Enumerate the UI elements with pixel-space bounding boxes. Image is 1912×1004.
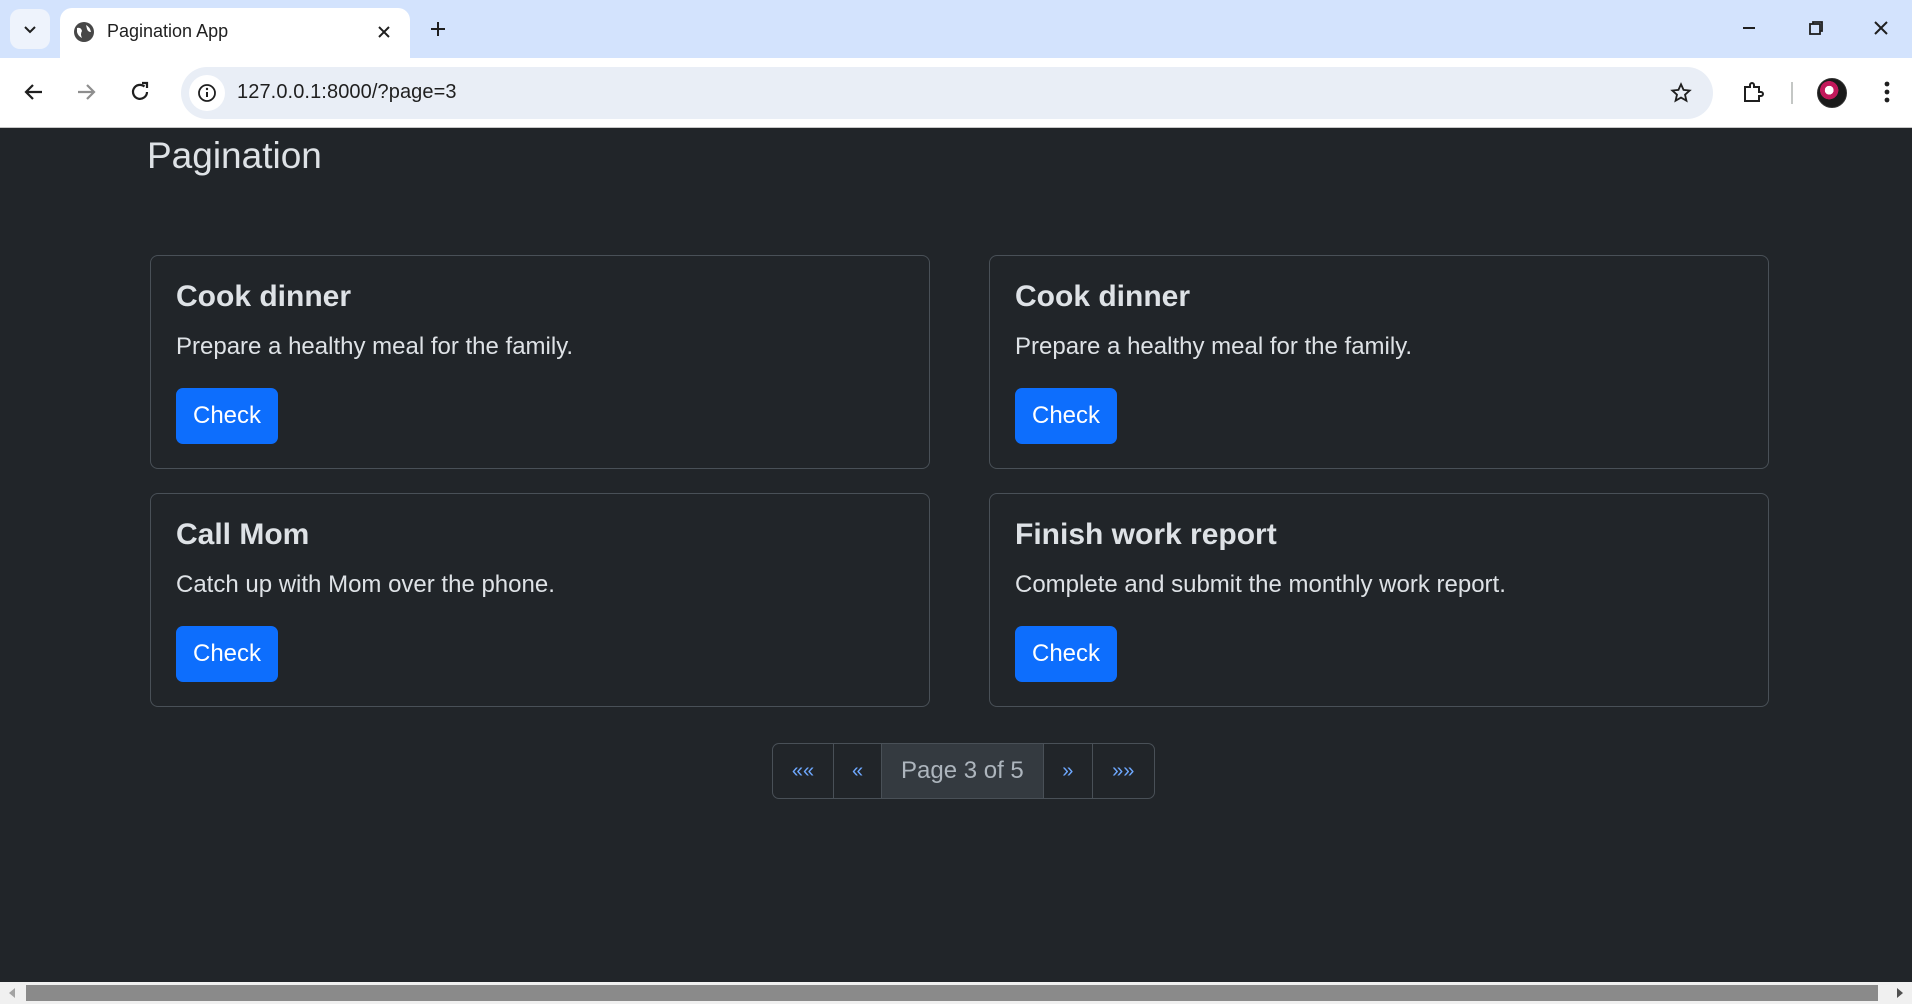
card-text: Prepare a healthy meal for the family. bbox=[1015, 333, 1413, 360]
previous-page-link[interactable]: « bbox=[834, 744, 882, 798]
new-tab-button[interactable] bbox=[418, 9, 458, 49]
toolbar-divider bbox=[1791, 82, 1793, 104]
next-page-link[interactable]: » bbox=[1044, 744, 1093, 798]
scroll-left-button[interactable] bbox=[0, 982, 24, 1004]
card-title: Cook dinner bbox=[176, 280, 352, 313]
tab-title: Pagination App bbox=[107, 21, 229, 41]
info-icon bbox=[198, 84, 216, 102]
page-title: Pagination bbox=[147, 135, 322, 176]
page-content: Pagination Cook dinner Prepare a healthy… bbox=[0, 129, 1912, 982]
minimize-button[interactable] bbox=[1718, 0, 1780, 56]
scrollbar-thumb[interactable] bbox=[26, 985, 1878, 1001]
more-vert-icon bbox=[1884, 81, 1890, 103]
current-page-indicator: Page 3 of 5 bbox=[882, 744, 1044, 798]
check-button[interactable]: Check bbox=[1015, 388, 1117, 444]
scroll-right-button[interactable] bbox=[1888, 982, 1912, 1004]
arrow-left-icon bbox=[24, 84, 42, 100]
reload-button[interactable] bbox=[118, 70, 162, 114]
task-card: Finish work report Complete and submit t… bbox=[989, 493, 1769, 707]
arrow-right-icon bbox=[78, 84, 96, 100]
address-bar[interactable]: 127.0.0.1:8000/?page=3 bbox=[181, 67, 1713, 119]
card-text: Complete and submit the monthly work rep… bbox=[1015, 571, 1506, 598]
globe-icon bbox=[74, 22, 94, 42]
task-card: Call Mom Catch up with Mom over the phon… bbox=[150, 493, 930, 707]
close-icon bbox=[378, 26, 390, 38]
puzzle-icon bbox=[1744, 82, 1764, 102]
pagination: «« « Page 3 of 5 » »» bbox=[772, 743, 1155, 799]
close-icon bbox=[1874, 21, 1888, 35]
plus-icon bbox=[431, 22, 445, 36]
minimize-icon bbox=[1743, 27, 1755, 29]
tab-search-button[interactable] bbox=[10, 9, 50, 49]
card-text: Catch up with Mom over the phone. bbox=[176, 571, 555, 598]
card-text: Prepare a healthy meal for the family. bbox=[176, 333, 574, 360]
back-button[interactable] bbox=[12, 70, 56, 114]
card-title: Cook dinner bbox=[1015, 280, 1191, 313]
task-card: Cook dinner Prepare a healthy meal for t… bbox=[989, 255, 1769, 469]
menu-button[interactable] bbox=[1865, 70, 1909, 114]
horizontal-scrollbar[interactable] bbox=[0, 982, 1912, 1004]
caret-right-icon bbox=[1897, 988, 1903, 998]
chevron-down-icon bbox=[24, 26, 36, 34]
extensions-button[interactable] bbox=[1731, 70, 1775, 114]
last-page-link[interactable]: »» bbox=[1093, 744, 1154, 798]
card-title: Finish work report bbox=[1015, 518, 1277, 551]
profile-avatar[interactable] bbox=[1817, 78, 1847, 108]
restore-button[interactable] bbox=[1785, 0, 1847, 56]
star-icon bbox=[1670, 82, 1692, 103]
close-window-button[interactable] bbox=[1850, 0, 1912, 56]
check-button[interactable]: Check bbox=[176, 388, 278, 444]
card-title: Call Mom bbox=[176, 518, 310, 551]
check-button[interactable]: Check bbox=[1015, 626, 1117, 682]
task-card: Cook dinner Prepare a healthy meal for t… bbox=[150, 255, 930, 469]
browser-tabstrip: Pagination App bbox=[0, 0, 1912, 58]
forward-button[interactable] bbox=[64, 70, 108, 114]
reload-icon bbox=[131, 81, 149, 100]
restore-icon bbox=[1809, 21, 1823, 35]
bookmark-button[interactable] bbox=[1663, 75, 1699, 111]
check-button[interactable]: Check bbox=[176, 626, 278, 682]
caret-left-icon bbox=[9, 988, 15, 998]
browser-toolbar: 127.0.0.1:8000/?page=3 bbox=[0, 58, 1912, 128]
site-info-button[interactable] bbox=[189, 75, 225, 111]
url-text[interactable]: 127.0.0.1:8000/?page=3 bbox=[237, 81, 457, 104]
tab-close-button[interactable] bbox=[366, 14, 402, 50]
browser-tab[interactable]: Pagination App bbox=[60, 8, 410, 58]
first-page-link[interactable]: «« bbox=[773, 744, 834, 798]
